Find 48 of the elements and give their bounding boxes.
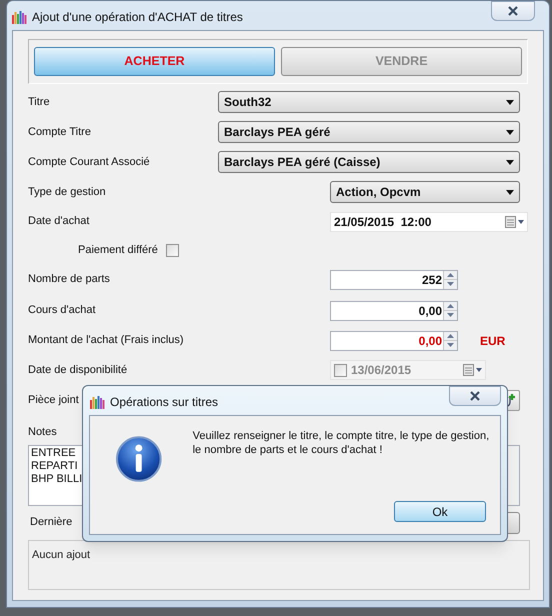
close-icon (469, 391, 481, 401)
spinner-arrows-icon[interactable] (443, 332, 457, 350)
date-time-picker[interactable]: 21/05/2015 12:00 (330, 212, 528, 232)
notes-label: Notes (28, 425, 57, 440)
field-label: Nombre de parts (28, 272, 110, 288)
close-icon (507, 6, 519, 16)
dropdown[interactable]: South32 (218, 91, 520, 113)
field-label: Pièce joint (28, 392, 79, 408)
notes-line: ENTREE (31, 446, 76, 460)
field-label: Compte Courant Associé (28, 154, 150, 170)
close-button[interactable] (491, 1, 535, 21)
caret-icon (506, 100, 514, 104)
field-label: Paiement différé (78, 242, 158, 258)
last-operation-field: Aucun ajout (28, 540, 530, 590)
checkbox[interactable] (334, 364, 347, 376)
app-logo-icon (11, 9, 27, 25)
dropdown[interactable]: Action, Opcvm (330, 181, 520, 203)
field-label: Titre (28, 94, 50, 110)
caret-icon (506, 130, 514, 134)
caret-icon (506, 160, 514, 164)
notes-line: BHP BILLI (31, 472, 82, 486)
info-icon (115, 435, 163, 483)
field-label: Type de gestion (28, 184, 106, 200)
dropdown[interactable]: Barclays PEA géré (Caisse) (218, 151, 520, 173)
last-operation-label: Dernière (29, 515, 72, 530)
spinner-arrows-icon[interactable] (443, 270, 457, 288)
calendar-dropdown-icon (463, 364, 483, 376)
number-field[interactable]: 252 (330, 270, 458, 290)
calendar-dropdown-icon (505, 216, 525, 228)
field-label: Montant de l'achat (Frais inclus) (28, 333, 184, 348)
close-button[interactable] (449, 386, 501, 406)
dropdown[interactable]: Barclays PEA géré (218, 121, 520, 143)
number-field[interactable]: 0,00 (330, 330, 458, 350)
field-label: Date d'achat (28, 214, 90, 230)
field-label: Cours d'achat (28, 303, 96, 318)
spinner-arrows-icon[interactable] (443, 302, 457, 320)
number-field[interactable]: 0,00 (330, 300, 458, 320)
field-label: Compte Titre (28, 124, 91, 140)
currency-label: EUR (480, 332, 506, 350)
app-logo-icon (89, 394, 105, 410)
checkbox[interactable] (166, 244, 179, 256)
notes-line: REPARTI (31, 460, 78, 472)
field-label: Date de disponibilité (28, 362, 128, 378)
ok-button[interactable]: Ok (394, 501, 486, 522)
dialog-message: Veuillez renseigner le titre, le compte titre, le type de gestion, le nombre de parts et le cours d'achat ! (192, 429, 490, 458)
dialog-title: Opérations sur titres (110, 394, 218, 411)
window-title: Ajout d'une opération d'ACHAT de titres (32, 9, 243, 26)
caret-icon (506, 190, 514, 194)
